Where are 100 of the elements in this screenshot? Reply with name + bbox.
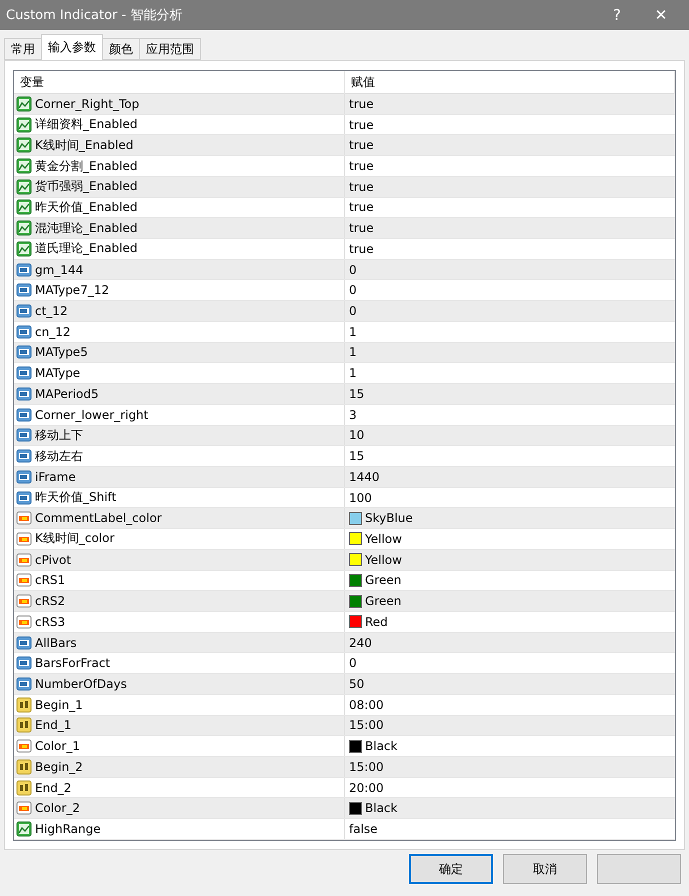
parameter-value[interactable]: Red	[345, 612, 675, 632]
parameter-label: End_2	[35, 780, 72, 795]
parameter-value[interactable]: true	[345, 135, 675, 156]
parameter-label: 黄金分割_Enabled	[35, 158, 138, 175]
parameter-value[interactable]: 1	[345, 342, 675, 362]
number-icon	[16, 262, 32, 278]
parameter-value[interactable]: 1	[345, 322, 675, 342]
value-text: Black	[365, 801, 398, 816]
parameter-value[interactable]: 0	[345, 301, 675, 321]
help-button[interactable]: ?	[595, 0, 639, 30]
parameter-label: 昨天价值_Shift	[35, 489, 116, 506]
parameter-value[interactable]: 3	[345, 404, 675, 424]
parameter-label: ct_12	[35, 304, 68, 318]
parameter-label: iFrame	[35, 470, 76, 484]
parameter-value[interactable]: 240	[345, 632, 675, 652]
value-text: true	[349, 138, 374, 152]
close-button[interactable]: ✕	[639, 0, 683, 30]
parameter-value[interactable]: true	[345, 198, 675, 218]
parameter-value[interactable]: 15	[345, 446, 675, 466]
value-text: 15:00	[349, 760, 384, 774]
parameter-label: cRS3	[35, 614, 66, 629]
parameter-value[interactable]: 08:00	[345, 694, 675, 715]
parameter-value[interactable]: 50	[345, 674, 675, 694]
value-text: 0	[349, 656, 357, 670]
tab[interactable]: 输入参数	[41, 34, 103, 60]
parameter-value[interactable]: true	[345, 218, 675, 238]
dialog-button[interactable]: 确定	[409, 854, 493, 884]
parameter-label: HighRange	[35, 822, 101, 836]
value-text: SkyBlue	[365, 511, 413, 526]
dialog-button[interactable]	[597, 854, 681, 884]
value-text: true	[349, 180, 374, 194]
number-icon	[16, 303, 32, 320]
value-text: 1440	[349, 470, 380, 484]
parameter-value[interactable]: Yellow	[345, 550, 675, 570]
parameter-value[interactable]: Black	[345, 736, 675, 756]
value-text: true	[349, 242, 374, 256]
parameter-value[interactable]: 0	[345, 260, 675, 280]
value-text: Red	[365, 614, 388, 629]
parameter-value[interactable]: false	[345, 819, 675, 839]
parameter-value[interactable]: Green	[345, 591, 675, 611]
parameter-value[interactable]: 15:00	[345, 757, 675, 777]
tab[interactable]: 颜色	[102, 38, 140, 60]
parameter-value[interactable]: 15	[345, 384, 675, 404]
parameter-label: K线时间_Enabled	[35, 136, 134, 154]
parameter-value[interactable]: true	[345, 176, 675, 197]
chart-icon	[16, 178, 32, 195]
value-text: 08:00	[349, 698, 384, 712]
number-icon	[16, 634, 32, 651]
parameter-value[interactable]: 0	[345, 280, 675, 300]
parameter-value[interactable]: 1	[345, 363, 675, 384]
parameter-label: MAType	[35, 366, 80, 380]
parameter-value[interactable]: 20:00	[345, 778, 675, 798]
dialog-button[interactable]: 取消	[503, 854, 587, 884]
parameter-label: Begin_2	[35, 760, 83, 774]
parameter-value[interactable]: 10	[345, 426, 675, 446]
value-text: 100	[349, 490, 372, 505]
chart-icon	[16, 199, 32, 216]
parameter-value[interactable]: SkyBlue	[345, 508, 675, 528]
chart-icon	[16, 240, 32, 257]
chart-icon	[16, 116, 32, 133]
window-title: Custom Indicator - 智能分析	[6, 7, 184, 24]
value-text: 15	[349, 449, 364, 464]
value-text: 15	[349, 386, 364, 401]
value-text: 0	[349, 304, 357, 318]
parameter-label: MAType7_12	[35, 283, 110, 298]
parameter-label: 道氏理论_Enabled	[35, 240, 138, 258]
parameter-value[interactable]: 100	[345, 488, 675, 508]
parameter-label: CommentLabel_color	[35, 511, 162, 526]
chart-icon	[16, 96, 32, 112]
number-icon	[16, 427, 32, 444]
chart-icon	[16, 158, 32, 174]
parameter-label: Color_2	[35, 801, 80, 816]
parameter-label: 昨天价值_Enabled	[35, 198, 138, 216]
parameter-value[interactable]: true	[345, 156, 675, 176]
parameter-label: Color_1	[35, 739, 80, 754]
parameter-label: MAPeriod5	[35, 386, 99, 401]
value-text: Yellow	[365, 552, 402, 567]
parameter-value[interactable]: true	[345, 239, 675, 259]
parameter-value[interactable]: 0	[345, 653, 675, 674]
parameter-value[interactable]: Yellow	[345, 529, 675, 549]
parameter-label: End_1	[35, 718, 72, 732]
value-text: 10	[349, 428, 364, 442]
number-icon	[16, 386, 32, 402]
value-text: 0	[349, 262, 357, 277]
parameter-value[interactable]: true	[345, 114, 675, 134]
parameter-value[interactable]: Black	[345, 798, 675, 818]
tab[interactable]: 常用	[4, 38, 42, 60]
chart-icon	[16, 220, 32, 236]
value-text: true	[349, 118, 374, 132]
parameter-label: 货币强弱_Enabled	[35, 178, 138, 196]
value-text: false	[349, 822, 378, 836]
parameter-value[interactable]: 15:00	[345, 716, 675, 736]
value-text: true	[349, 96, 374, 111]
parameter-label: Begin_1	[35, 698, 83, 712]
parameter-value[interactable]: true	[345, 94, 675, 114]
value-text: Yellow	[365, 532, 402, 546]
parameter-value[interactable]: 1440	[345, 466, 675, 487]
tab[interactable]: 应用范围	[139, 38, 201, 60]
parameter-value[interactable]: Green	[345, 570, 675, 590]
parameter-label: BarsForFract	[35, 656, 110, 670]
